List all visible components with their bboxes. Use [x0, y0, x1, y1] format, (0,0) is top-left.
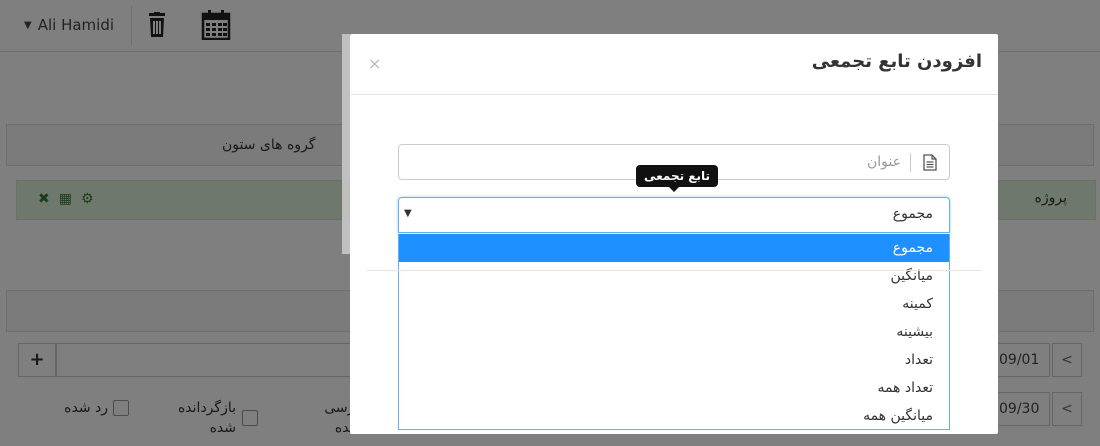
aggregate-options-list: مجموع میانگین کمینه بیشینه تعداد تعداد ه…: [398, 234, 950, 430]
modal-title: افزودن تابع تجمعی: [811, 51, 982, 72]
option-count[interactable]: تعداد: [399, 346, 949, 374]
scrollbar[interactable]: [342, 34, 350, 254]
option-count-all[interactable]: تعداد همه: [399, 374, 949, 402]
aggregate-function-select[interactable]: مجموع ▼: [398, 197, 950, 233]
caret-down-icon: ▼: [404, 208, 412, 219]
field-divider: [910, 153, 911, 172]
add-aggregate-modal: افزودن تابع تجمعی × تابع تجمعی مجموع ▼ م…: [350, 34, 998, 434]
tooltip-arrow: [669, 187, 679, 192]
option-max[interactable]: بیشینه: [399, 318, 949, 346]
option-min[interactable]: کمینه: [399, 290, 949, 318]
select-value: مجموع: [892, 206, 933, 222]
close-icon[interactable]: ×: [368, 54, 381, 73]
aggregate-tooltip: تابع تجمعی: [636, 165, 719, 187]
modal-divider: [366, 270, 982, 271]
option-average[interactable]: میانگین: [399, 262, 949, 290]
document-icon: [923, 154, 937, 171]
option-average-all[interactable]: میانگین همه: [399, 402, 949, 430]
modal-header: افزودن تابع تجمعی ×: [350, 34, 998, 95]
option-sum[interactable]: مجموع: [399, 234, 949, 262]
